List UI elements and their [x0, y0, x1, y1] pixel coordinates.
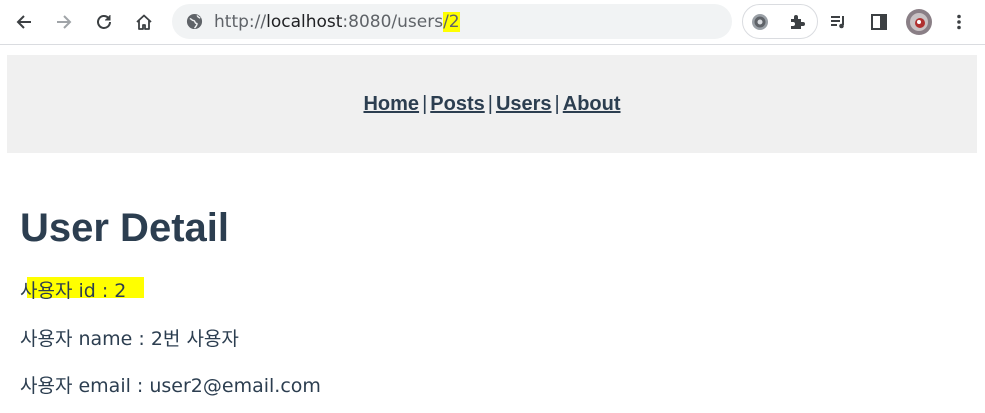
nav-link-users[interactable]: Users: [496, 93, 552, 115]
url-highlight: /2: [443, 12, 460, 32]
page-title: User Detail: [20, 206, 229, 250]
side-panel-icon[interactable]: [864, 7, 894, 37]
user-name-line: 사용자 name : 2번 사용자: [20, 328, 239, 350]
browser-toolbar: http://localhost:8080/users/2: [0, 0, 985, 45]
nav-link-home[interactable]: Home: [363, 93, 419, 115]
address-bar[interactable]: http://localhost:8080/users/2: [172, 4, 732, 39]
user-email-line: 사용자 email : user2@email.com: [20, 375, 321, 397]
forward-icon[interactable]: [49, 7, 79, 37]
url-text: http://localhost:8080/users/2: [214, 12, 460, 32]
globe-icon: [186, 13, 203, 30]
reload-icon[interactable]: [89, 7, 119, 37]
site-nav: Home | Posts | Users | About: [7, 55, 977, 153]
user-id-line: 사용자 id : 2: [20, 280, 127, 302]
nav-separator: |: [554, 93, 560, 115]
nav-link-about[interactable]: About: [563, 93, 621, 115]
settings-extension-icon[interactable]: [745, 7, 775, 37]
nav-separator: |: [422, 93, 428, 115]
profile-avatar[interactable]: [904, 7, 934, 37]
back-icon[interactable]: [9, 7, 39, 37]
more-vert-icon[interactable]: [944, 7, 974, 37]
nav-separator: |: [487, 93, 493, 115]
puzzle-extensions-icon[interactable]: [783, 7, 813, 37]
nav-link-posts[interactable]: Posts: [430, 93, 484, 115]
home-icon[interactable]: [129, 7, 159, 37]
media-playlist-icon[interactable]: [823, 7, 853, 37]
